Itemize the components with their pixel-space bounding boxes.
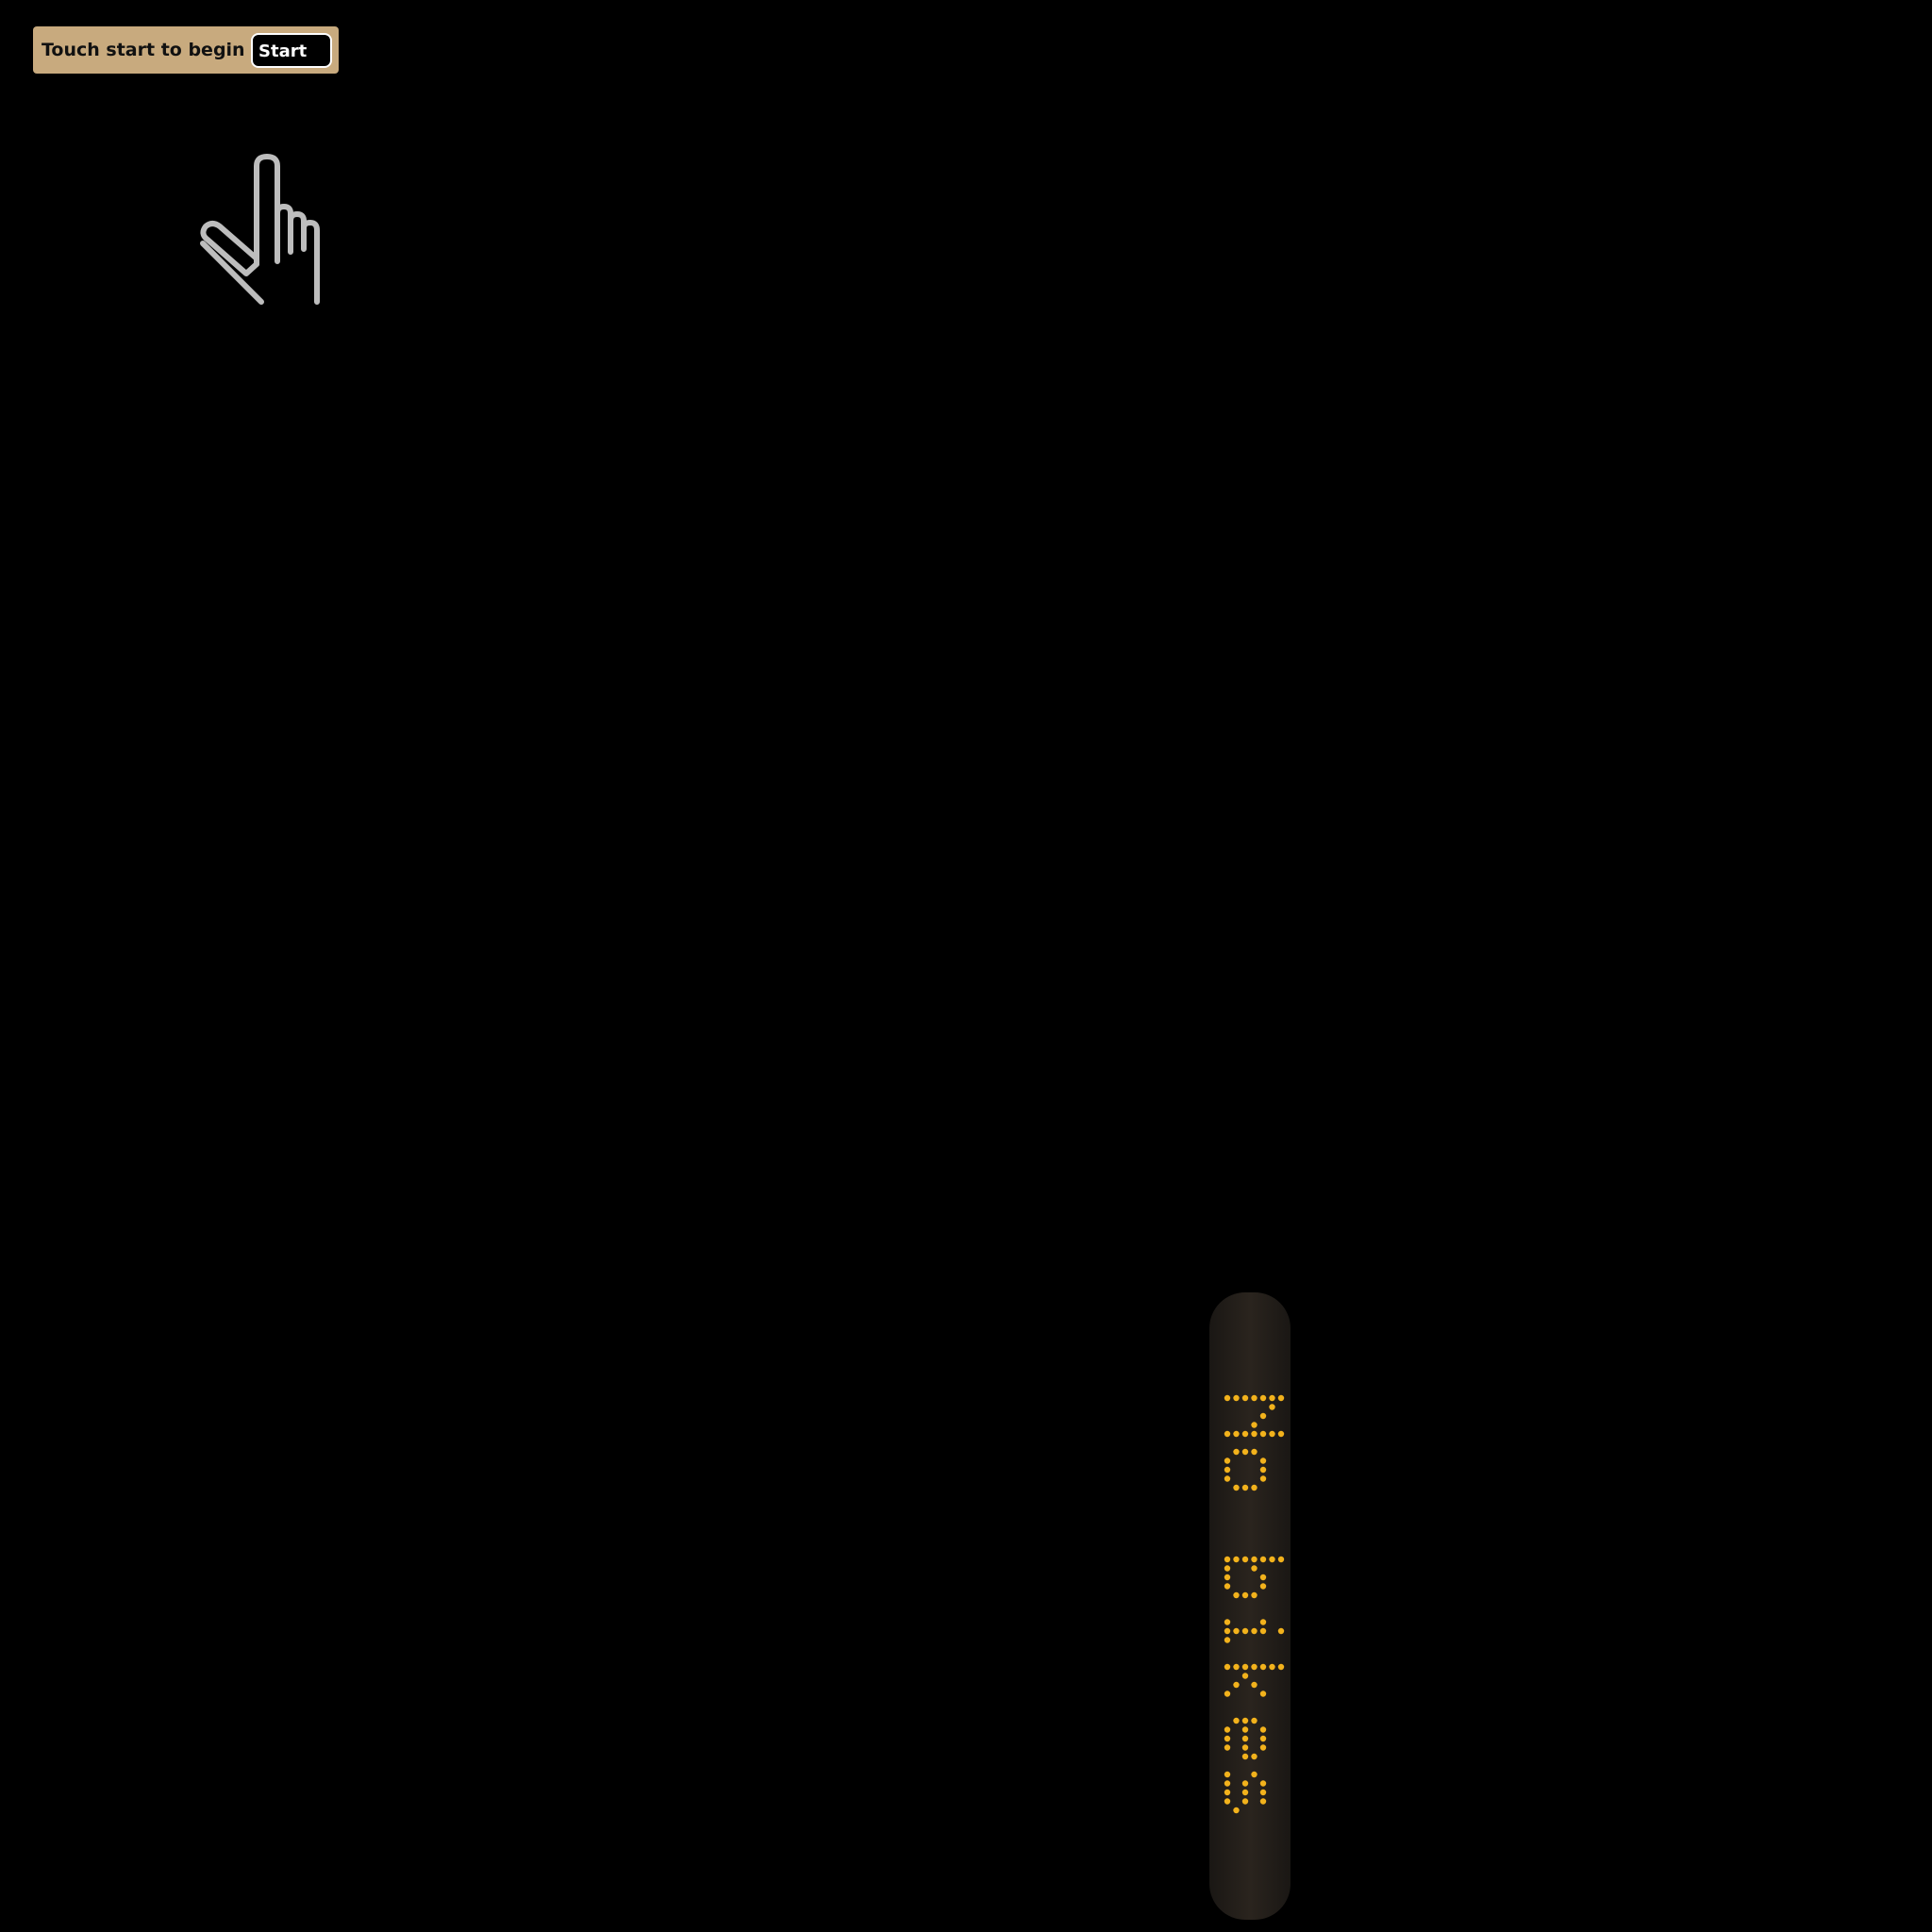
led-dot: [1241, 1717, 1249, 1724]
led-dot: [1233, 1394, 1240, 1402]
start-prompt-bar: Touch start to begin Start: [33, 26, 339, 74]
led-dot: [1224, 1430, 1231, 1438]
led-dot: [1241, 1556, 1249, 1563]
led-dot: [1224, 1475, 1231, 1482]
led-dot: [1269, 1663, 1275, 1671]
led-dot: [1259, 1466, 1267, 1474]
led-dot: [1251, 1484, 1257, 1491]
start-button[interactable]: Start: [251, 33, 332, 68]
led-dot: [1241, 1789, 1249, 1796]
led-dot: [1277, 1394, 1285, 1402]
led-dot: [1251, 1394, 1257, 1402]
led-dot: [1259, 1663, 1267, 1671]
led-dot: [1233, 1807, 1240, 1814]
led-dot: [1259, 1430, 1267, 1438]
led-dot: [1259, 1583, 1267, 1590]
led-dot: [1241, 1484, 1249, 1491]
led-dot: [1259, 1574, 1267, 1581]
led-dot: [1224, 1690, 1231, 1697]
led-dot: [1224, 1574, 1231, 1581]
led-dot: [1251, 1430, 1257, 1438]
led-dot: [1224, 1735, 1231, 1742]
led-dot: [1251, 1422, 1257, 1428]
led-dot: [1224, 1780, 1231, 1787]
led-dot: [1269, 1404, 1275, 1410]
led-dot: [1241, 1448, 1249, 1456]
led-dot: [1251, 1753, 1257, 1760]
led-dot: [1241, 1735, 1249, 1742]
led-dot: [1259, 1394, 1267, 1402]
led-dot: [1224, 1771, 1231, 1778]
led-dot: [1251, 1717, 1257, 1724]
led-dot: [1241, 1591, 1249, 1599]
pointing-hand-icon: [200, 154, 320, 305]
led-dot: [1251, 1448, 1257, 1456]
led-dot: [1233, 1448, 1240, 1456]
led-dot: [1233, 1430, 1240, 1438]
led-dot: [1224, 1637, 1231, 1643]
led-dot: [1259, 1627, 1267, 1635]
led-dot: [1224, 1394, 1231, 1402]
led-dot: [1224, 1798, 1231, 1805]
led-dot: [1269, 1430, 1275, 1438]
led-dot: [1241, 1627, 1249, 1635]
led-dot: [1224, 1627, 1231, 1635]
led-dot: [1241, 1753, 1249, 1760]
led-dot: [1241, 1780, 1249, 1787]
led-dot: [1233, 1681, 1240, 1689]
led-dot: [1277, 1627, 1285, 1635]
led-dot: [1269, 1556, 1275, 1563]
led-dot: [1259, 1735, 1267, 1742]
led-dot: [1259, 1789, 1267, 1796]
led-sign-panel: [1209, 1292, 1291, 1920]
led-dot: [1224, 1583, 1231, 1590]
led-dot: [1224, 1663, 1231, 1671]
led-dot: [1233, 1591, 1240, 1599]
led-dot: [1251, 1627, 1257, 1635]
led-dot: [1224, 1726, 1231, 1733]
start-prompt-text: Touch start to begin: [42, 40, 245, 60]
led-dot: [1259, 1457, 1267, 1464]
led-dot: [1233, 1717, 1240, 1724]
led-dot: [1224, 1556, 1231, 1563]
led-dot: [1277, 1430, 1285, 1438]
led-dot: [1251, 1663, 1257, 1671]
led-dot: [1241, 1394, 1249, 1402]
led-dot: [1233, 1663, 1240, 1671]
led-dot: [1259, 1726, 1267, 1733]
led-dot: [1224, 1457, 1231, 1464]
led-dot: [1251, 1681, 1257, 1689]
led-dot: [1241, 1798, 1249, 1805]
led-dot: [1224, 1619, 1231, 1625]
led-dot: [1259, 1475, 1267, 1482]
led-dot: [1277, 1556, 1285, 1563]
led-dot: [1251, 1565, 1257, 1572]
led-dot: [1224, 1466, 1231, 1474]
led-dot: [1251, 1771, 1257, 1778]
led-dot: [1259, 1619, 1267, 1625]
led-dot: [1241, 1430, 1249, 1438]
led-dot: [1224, 1565, 1231, 1572]
led-dot: [1233, 1627, 1240, 1635]
led-dot: [1224, 1789, 1231, 1796]
led-dot: [1251, 1556, 1257, 1563]
led-dot: [1241, 1744, 1249, 1751]
led-sign: [1209, 1292, 1291, 1920]
led-dot: [1224, 1744, 1231, 1751]
app-stage: Touch start to begin Start: [0, 0, 1932, 1932]
led-dot: [1259, 1556, 1267, 1563]
led-dot: [1259, 1412, 1267, 1420]
led-dot: [1241, 1673, 1249, 1679]
led-dot: [1259, 1780, 1267, 1787]
led-dot: [1233, 1556, 1240, 1563]
led-dot: [1259, 1690, 1267, 1697]
led-dot: [1241, 1726, 1249, 1733]
led-dot: [1251, 1591, 1257, 1599]
led-dot: [1259, 1798, 1267, 1805]
led-dot: [1259, 1744, 1267, 1751]
led-dot: [1277, 1663, 1285, 1671]
led-dot: [1233, 1484, 1240, 1491]
led-dot: [1241, 1663, 1249, 1671]
led-dot: [1269, 1394, 1275, 1402]
